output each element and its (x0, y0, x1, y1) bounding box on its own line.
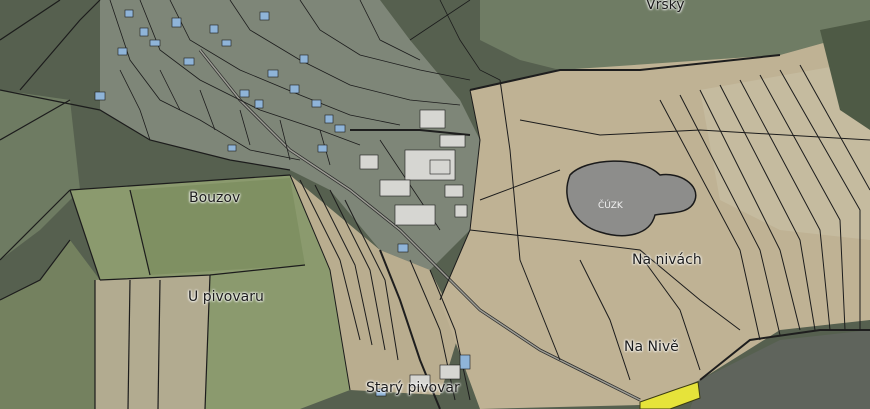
place-label-na-nivach: Na nivách (632, 252, 702, 268)
place-label-stary-pivovar: Starý pivovar (366, 380, 460, 396)
place-label-na-nive: Na Nivě (624, 339, 679, 355)
wetland-label-cuzk: ČÚZK (598, 201, 623, 211)
place-label-vrsky: Vršky (646, 0, 685, 13)
place-label-u-pivovaru: U pivovaru (188, 289, 264, 305)
place-label-bouzov: Bouzov (189, 190, 241, 206)
map-canvas[interactable] (0, 0, 870, 409)
cadastral-map[interactable]: Vršky Bouzov U pivovaru Na nivách Na Niv… (0, 0, 870, 409)
